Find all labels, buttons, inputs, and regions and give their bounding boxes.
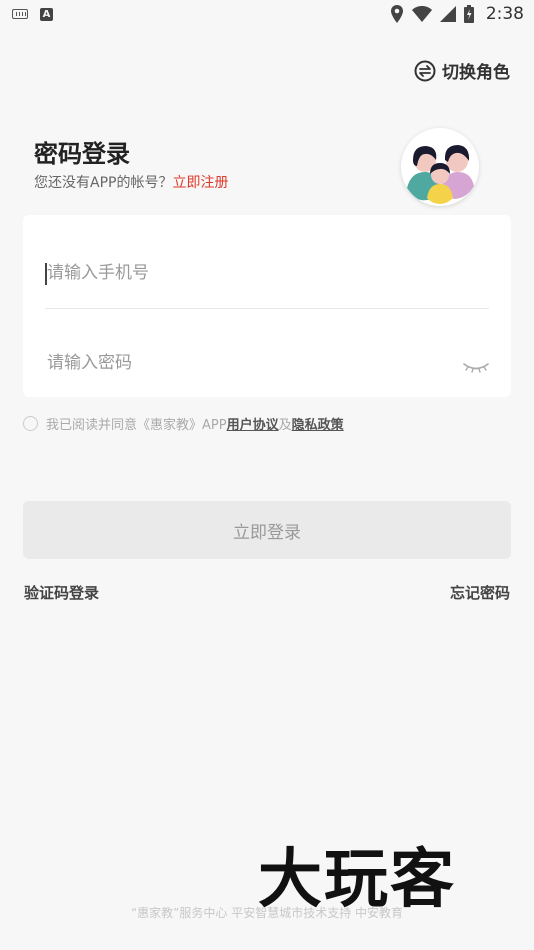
subtitle: 您还没有APP的帐号？立即注册	[34, 172, 228, 192]
wifi-icon	[411, 6, 432, 22]
code-login-link[interactable]: 验证码登录	[24, 582, 99, 603]
page-title: 密码登录	[34, 140, 130, 168]
notification-a-icon: A	[40, 7, 53, 21]
clock-time: 2:38	[485, 4, 524, 24]
subtitle-prefix: 您还没有APP的帐号？	[34, 175, 173, 191]
login-button[interactable]: 立即登录	[23, 501, 511, 559]
privacy-policy-link[interactable]: 隐私政策	[292, 414, 344, 433]
keyboard-icon	[12, 9, 28, 19]
signal-icon	[439, 6, 456, 22]
avatar	[401, 128, 479, 206]
switch-role-button[interactable]: 切换角色	[414, 58, 510, 83]
login-form-card	[23, 215, 511, 397]
status-bar: A 2:38	[0, 0, 534, 28]
text-cursor	[45, 263, 47, 285]
user-agreement-link[interactable]: 用户协议	[227, 414, 279, 433]
forgot-password-link[interactable]: 忘记密码	[450, 582, 510, 603]
phone-input[interactable]	[47, 261, 487, 285]
switch-role-label: 切换角色	[442, 63, 510, 83]
register-link[interactable]: 立即注册	[172, 175, 228, 191]
agreement-prefix: 我已阅读并同意《惠家教》APP	[46, 418, 227, 433]
agreement-and: 及	[278, 418, 292, 433]
agreement-row: 我已阅读并同意《惠家教》APP 用户协议及隐私政策	[23, 414, 344, 433]
battery-icon	[463, 5, 474, 23]
eye-closed-icon[interactable]	[463, 361, 489, 375]
agreement-checkbox[interactable]	[23, 416, 38, 431]
password-input[interactable]	[47, 351, 487, 375]
parent-child-illustration-icon	[401, 128, 479, 206]
watermark-logo: 大玩客	[258, 842, 456, 917]
switch-arrows-icon	[414, 60, 436, 81]
field-divider	[45, 308, 489, 309]
location-icon	[390, 5, 403, 23]
